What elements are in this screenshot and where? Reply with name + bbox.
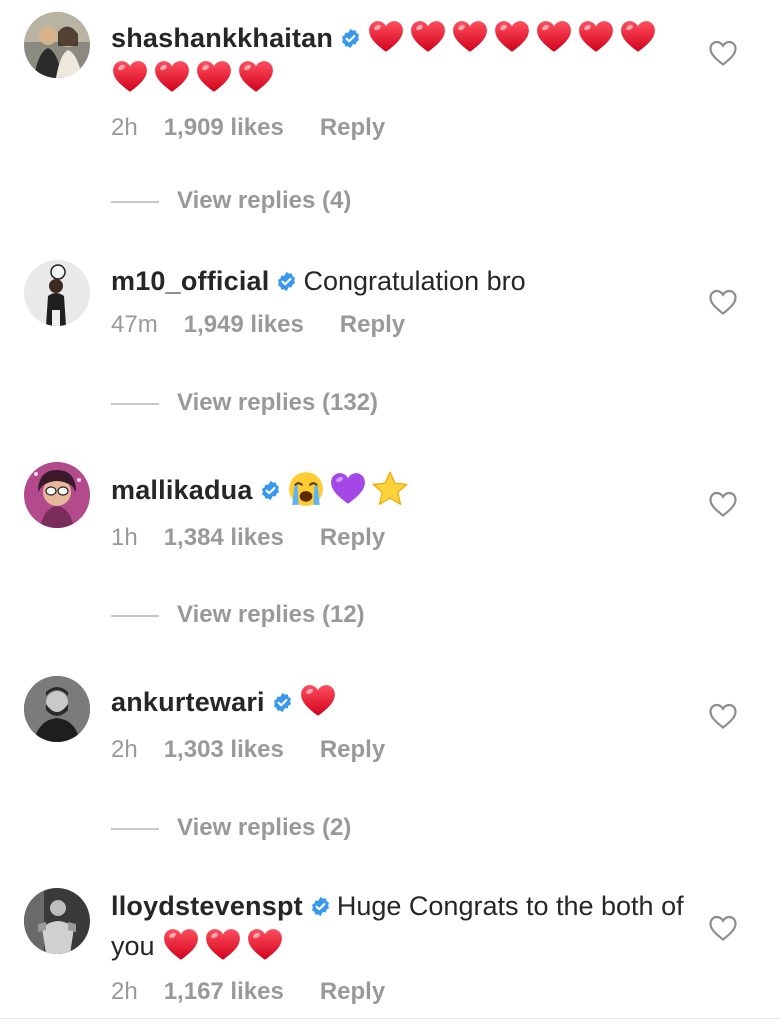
red-heart-emoji-icon xyxy=(619,18,657,56)
view-replies-label: View replies (2) xyxy=(177,814,352,841)
star-emoji-icon xyxy=(371,470,409,508)
comment-text: Congratulation bro xyxy=(303,266,526,296)
avatar[interactable] xyxy=(24,888,90,954)
like-heart-icon[interactable] xyxy=(708,702,738,730)
comment-time: 1h xyxy=(111,524,138,551)
red-heart-emoji-icon xyxy=(409,18,447,56)
reply-button[interactable]: Reply xyxy=(340,311,405,339)
verified-badge-icon xyxy=(276,264,297,292)
reply-button[interactable]: Reply xyxy=(320,524,385,552)
verified-badge-icon xyxy=(310,889,331,917)
red-heart-emoji-icon xyxy=(204,926,242,964)
comment-username[interactable]: m10_official xyxy=(111,266,269,296)
crying-face-emoji-icon xyxy=(287,470,325,508)
like-heart-icon[interactable] xyxy=(708,288,738,316)
comment-likes[interactable]: 1,384 likes xyxy=(164,524,284,552)
red-heart-emoji-icon xyxy=(246,926,284,964)
comment-time: 47m xyxy=(111,311,158,338)
comment-likes[interactable]: 1,909 likes xyxy=(164,114,284,142)
comment-likes[interactable]: 1,303 likes xyxy=(164,736,284,764)
view-replies-button[interactable]: View replies (12) xyxy=(111,600,365,630)
comment-username[interactable]: shashankkhaitan xyxy=(111,23,333,53)
avatar[interactable] xyxy=(24,260,90,326)
like-heart-icon[interactable] xyxy=(708,490,738,518)
comment-likes[interactable]: 1,167 likes xyxy=(164,978,284,1006)
red-heart-emoji-icon xyxy=(111,58,149,96)
red-heart-emoji-icon xyxy=(299,682,337,720)
red-heart-emoji-icon xyxy=(451,18,489,56)
replies-divider xyxy=(111,614,159,617)
red-heart-emoji-icon xyxy=(162,926,200,964)
view-replies-button[interactable]: View replies (4) xyxy=(111,186,351,216)
verified-badge-icon xyxy=(260,473,281,501)
comment-time: 2h xyxy=(111,978,138,1005)
comment-emojis xyxy=(299,685,341,717)
comment-username[interactable]: lloydstevenspt xyxy=(111,891,303,921)
comments-list: shashankkhaitan 2h 1,909 likes Reply View … xyxy=(0,0,781,1024)
avatar[interactable] xyxy=(24,462,90,528)
view-replies-label: View replies (12) xyxy=(177,601,365,628)
red-heart-emoji-icon xyxy=(153,58,191,96)
comment-username[interactable]: mallikadua xyxy=(111,475,253,505)
comment-time: 2h xyxy=(111,736,138,763)
view-replies-label: View replies (4) xyxy=(177,187,352,214)
red-heart-emoji-icon xyxy=(493,18,531,56)
verified-badge-icon xyxy=(272,685,293,713)
comment-time: 2h xyxy=(111,114,138,141)
replies-divider xyxy=(111,827,159,830)
red-heart-emoji-icon xyxy=(577,18,615,56)
avatar[interactable] xyxy=(24,676,90,742)
red-heart-emoji-icon xyxy=(535,18,573,56)
verified-badge-icon xyxy=(340,21,361,49)
red-heart-emoji-icon xyxy=(195,58,233,96)
comment-emojis xyxy=(287,471,413,506)
comment-emojis xyxy=(162,929,288,961)
view-replies-button[interactable]: View replies (2) xyxy=(111,813,351,843)
bottom-divider xyxy=(0,1018,781,1019)
like-heart-icon[interactable] xyxy=(708,914,738,942)
replies-divider xyxy=(111,200,159,203)
view-replies-button[interactable]: View replies (132) xyxy=(111,388,378,418)
like-heart-icon[interactable] xyxy=(708,39,738,67)
purple-heart-emoji-icon xyxy=(329,470,367,508)
comment-username[interactable]: ankurtewari xyxy=(111,687,265,717)
red-heart-emoji-icon xyxy=(237,58,275,96)
avatar[interactable] xyxy=(24,12,90,78)
view-replies-label: View replies (132) xyxy=(177,389,378,416)
red-heart-emoji-icon xyxy=(367,18,405,56)
reply-button[interactable]: Reply xyxy=(320,114,385,142)
reply-button[interactable]: Reply xyxy=(320,978,385,1006)
comment-likes[interactable]: 1,949 likes xyxy=(184,311,304,339)
reply-button[interactable]: Reply xyxy=(320,736,385,764)
replies-divider xyxy=(111,402,159,405)
